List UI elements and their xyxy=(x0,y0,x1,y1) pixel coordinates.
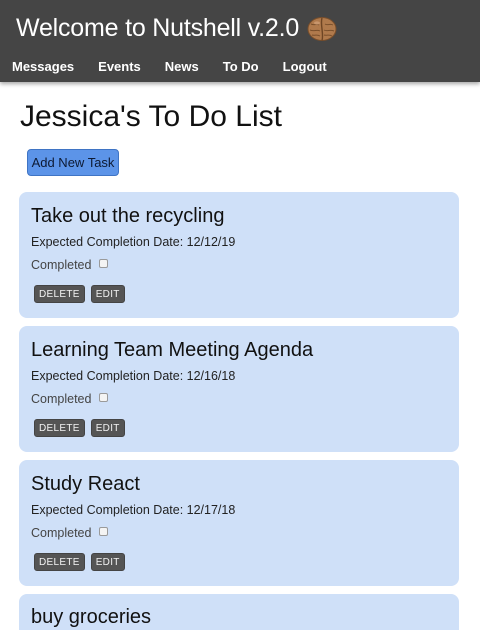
nav-todo[interactable]: To Do xyxy=(223,59,259,74)
task-completed-row: Completed xyxy=(31,258,109,272)
completed-checkbox[interactable] xyxy=(99,258,109,268)
completed-label: Completed xyxy=(31,526,92,540)
nav-news[interactable]: News xyxy=(165,59,199,74)
task-completed-row: Completed xyxy=(31,392,109,406)
task-actions: DELETE EDIT xyxy=(34,285,131,303)
task-title: Take out the recycling xyxy=(31,205,225,227)
add-new-task-button[interactable]: Add New Task xyxy=(27,149,119,176)
edit-button[interactable]: EDIT xyxy=(90,419,125,437)
app-header: Welcome to Nutshell v.2.0 Messages Event… xyxy=(0,0,480,82)
task-date: Expected Completion Date: 12/16/18 xyxy=(31,369,236,383)
task-card: Study React Expected Completion Date: 12… xyxy=(19,460,459,586)
nav-logout[interactable]: Logout xyxy=(283,59,327,74)
task-card: buy groceries xyxy=(19,594,459,630)
delete-button[interactable]: DELETE xyxy=(34,419,85,437)
completed-label: Completed xyxy=(31,258,92,272)
task-card: Take out the recycling Expected Completi… xyxy=(19,192,459,318)
main-nav: Messages Events News To Do Logout xyxy=(12,59,351,74)
completed-checkbox[interactable] xyxy=(99,392,109,402)
task-date: Expected Completion Date: 12/17/18 xyxy=(31,503,236,517)
edit-button[interactable]: EDIT xyxy=(90,285,125,303)
app-title: Welcome to Nutshell v.2.0 xyxy=(16,14,337,43)
task-title: Learning Team Meeting Agenda xyxy=(31,339,314,361)
walnut-icon xyxy=(307,16,337,42)
task-date: Expected Completion Date: 12/12/19 xyxy=(31,235,236,249)
completed-checkbox[interactable] xyxy=(99,526,109,536)
task-card: Learning Team Meeting Agenda Expected Co… xyxy=(19,326,459,452)
page-title: Jessica's To Do List xyxy=(20,100,282,133)
delete-button[interactable]: DELETE xyxy=(34,553,85,571)
nav-events[interactable]: Events xyxy=(98,59,141,74)
delete-button[interactable]: DELETE xyxy=(34,285,85,303)
edit-button[interactable]: EDIT xyxy=(90,553,125,571)
task-title: buy groceries xyxy=(31,606,152,628)
task-completed-row: Completed xyxy=(31,526,109,540)
nav-messages[interactable]: Messages xyxy=(12,59,74,74)
app-title-text: Welcome to Nutshell v.2.0 xyxy=(16,14,300,42)
completed-label: Completed xyxy=(31,392,92,406)
task-actions: DELETE EDIT xyxy=(34,553,131,571)
task-title: Study React xyxy=(31,473,140,495)
task-actions: DELETE EDIT xyxy=(34,419,131,437)
